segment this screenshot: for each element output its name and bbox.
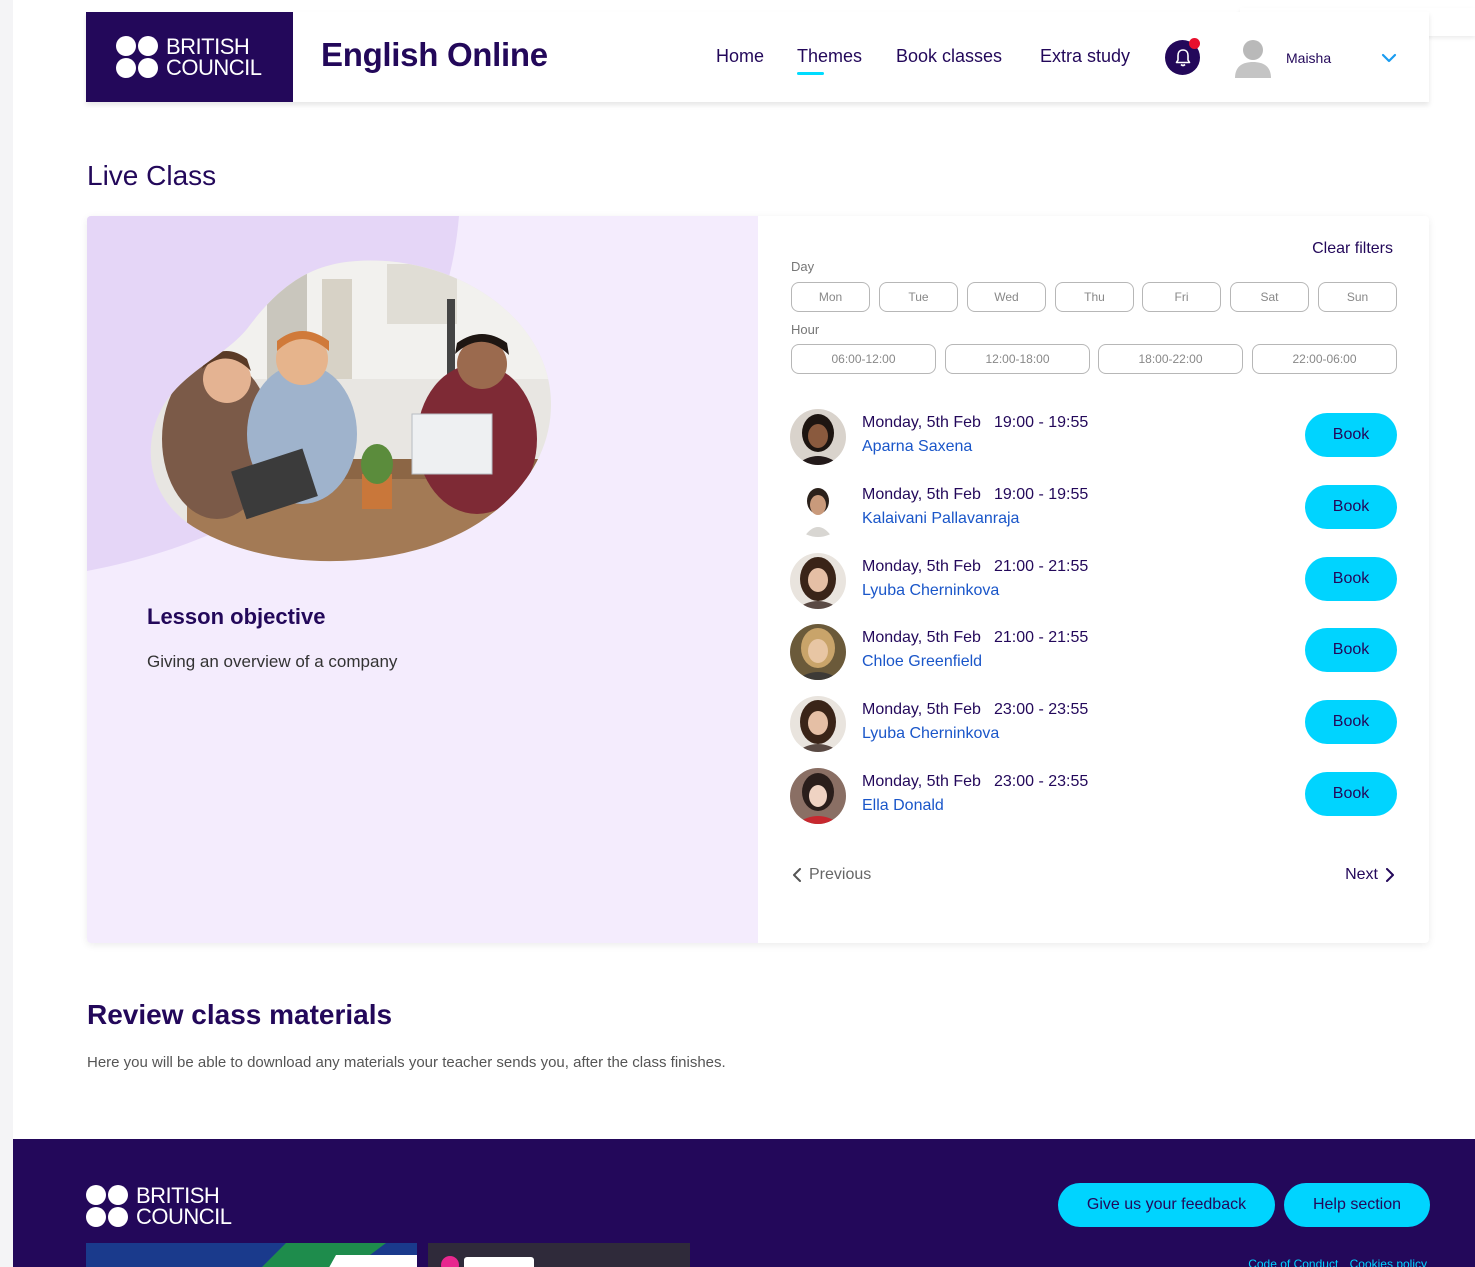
nav-home[interactable]: Home bbox=[716, 46, 764, 67]
slot-time: 19:00 - 19:55 bbox=[994, 414, 1089, 431]
book-button[interactable]: Book bbox=[1305, 700, 1397, 744]
user-avatar-icon[interactable] bbox=[1233, 36, 1273, 78]
lesson-objective-title: Lesson objective bbox=[147, 604, 326, 629]
class-slot: Monday, 5th Feb 21:00 - 21:55 Chloe Gree… bbox=[790, 624, 1397, 684]
previous-page-button[interactable]: Previous bbox=[791, 866, 871, 884]
day-chip-fri[interactable]: Fri bbox=[1142, 282, 1221, 312]
lesson-panel: Lesson objective Giving an overview of a… bbox=[87, 216, 758, 943]
feedback-button[interactable]: Give us your feedback bbox=[1058, 1183, 1275, 1227]
slot-teacher-name[interactable]: Lyuba Cherninkova bbox=[862, 582, 999, 600]
nav-themes[interactable]: Themes bbox=[797, 46, 862, 75]
teacher-avatar bbox=[790, 481, 846, 537]
nav-extra-study[interactable]: Extra study bbox=[1040, 46, 1130, 67]
classroom-photo bbox=[150, 260, 552, 562]
class-slot: Monday, 5th Feb 19:00 - 19:55 Aparna Sax… bbox=[790, 409, 1397, 469]
slot-time: 21:00 - 21:55 bbox=[994, 629, 1089, 646]
footer: BRITISH COUNCIL Give us your feedback He… bbox=[13, 1139, 1475, 1267]
slot-teacher-name[interactable]: Kalaivani Pallavanraja bbox=[862, 510, 1019, 528]
book-button[interactable]: Book bbox=[1305, 485, 1397, 529]
teacher-avatar bbox=[790, 553, 846, 609]
book-button[interactable]: Book bbox=[1305, 557, 1397, 601]
chevron-down-icon[interactable] bbox=[1379, 48, 1399, 68]
app-title: English Online bbox=[321, 36, 548, 73]
booking-panel: Clear filters Day Mon Tue Wed Thu Fri Sa… bbox=[758, 216, 1429, 943]
previous-label: Previous bbox=[809, 866, 872, 883]
live-class-title: Live Class bbox=[87, 160, 217, 191]
bett-award-badge bbox=[428, 1243, 690, 1267]
logo-dots-icon bbox=[116, 36, 158, 78]
live-class-card: Lesson objective Giving an overview of a… bbox=[87, 216, 1429, 943]
chevron-right-icon bbox=[1386, 868, 1394, 882]
slot-date: Monday, 5th Feb bbox=[862, 414, 981, 431]
day-chip-tue[interactable]: Tue bbox=[879, 282, 958, 312]
day-chip-sat[interactable]: Sat bbox=[1230, 282, 1309, 312]
slot-teacher-name[interactable]: Lyuba Cherninkova bbox=[862, 725, 999, 743]
nav-book-classes[interactable]: Book classes bbox=[896, 46, 1002, 67]
footer-logo-text: BRITISH COUNCIL bbox=[136, 1183, 232, 1229]
book-button[interactable]: Book bbox=[1305, 413, 1397, 457]
teacher-avatar bbox=[790, 768, 846, 824]
day-filter-label: Day bbox=[791, 259, 815, 274]
teacher-avatar bbox=[790, 696, 846, 752]
next-page-button[interactable]: Next bbox=[1345, 866, 1396, 884]
book-button[interactable]: Book bbox=[1305, 628, 1397, 672]
slot-time: 19:00 - 19:55 bbox=[994, 486, 1089, 503]
cookies-policy-link[interactable]: Cookies policy bbox=[1350, 1257, 1427, 1267]
class-slot: Monday, 5th Feb 19:00 - 19:55 Kalaivani … bbox=[790, 481, 1397, 541]
chevron-left-icon bbox=[793, 868, 801, 882]
slot-teacher-name[interactable]: Ella Donald bbox=[862, 797, 944, 815]
book-button[interactable]: Book bbox=[1305, 772, 1397, 816]
class-slot: Monday, 5th Feb 23:00 - 23:55 Ella Donal… bbox=[790, 768, 1397, 828]
clear-filters-link[interactable]: Clear filters bbox=[1312, 240, 1393, 258]
lesson-objective-text: Giving an overview of a company bbox=[147, 652, 398, 671]
teacher-avatar bbox=[790, 409, 846, 465]
review-materials-text: Here you will be able to download any ma… bbox=[87, 1054, 726, 1071]
slot-date: Monday, 5th Feb bbox=[862, 486, 981, 503]
hour-chip-evening[interactable]: 18:00-22:00 bbox=[1098, 344, 1243, 374]
day-chip-thu[interactable]: Thu bbox=[1055, 282, 1134, 312]
code-of-conduct-link[interactable]: Code of Conduct bbox=[1248, 1257, 1338, 1267]
logo-text: BRITISH COUNCIL bbox=[166, 34, 262, 80]
top-header: BRITISH COUNCIL English Online Home Them… bbox=[86, 12, 1429, 102]
hour-chip-morning[interactable]: 06:00-12:00 bbox=[791, 344, 936, 374]
slot-date: Monday, 5th Feb bbox=[862, 701, 981, 718]
footer-logo-dots-icon bbox=[86, 1185, 128, 1227]
slot-teacher-name[interactable]: Aparna Saxena bbox=[862, 438, 972, 456]
slot-date: Monday, 5th Feb bbox=[862, 629, 981, 646]
day-chip-mon[interactable]: Mon bbox=[791, 282, 870, 312]
british-council-logo[interactable]: BRITISH COUNCIL bbox=[86, 12, 293, 102]
next-label: Next bbox=[1345, 866, 1378, 883]
slot-teacher-name[interactable]: Chloe Greenfield bbox=[862, 653, 982, 671]
hour-filter-label: Hour bbox=[791, 322, 820, 337]
class-slot: Monday, 5th Feb 21:00 - 21:55 Lyuba Cher… bbox=[790, 553, 1397, 613]
slot-time: 23:00 - 23:55 bbox=[994, 701, 1089, 718]
day-chip-wed[interactable]: Wed bbox=[967, 282, 1046, 312]
slot-date: Monday, 5th Feb bbox=[862, 558, 981, 575]
help-section-button[interactable]: Help section bbox=[1284, 1183, 1430, 1227]
mission-award-badge bbox=[86, 1243, 417, 1267]
footer-links: Code of Conduct Cookies policy bbox=[1240, 1257, 1427, 1267]
day-chip-sun[interactable]: Sun bbox=[1318, 282, 1397, 312]
slot-time: 23:00 - 23:55 bbox=[994, 773, 1089, 790]
review-materials-title: Review class materials bbox=[87, 999, 393, 1030]
hour-chip-night[interactable]: 22:00-06:00 bbox=[1252, 344, 1397, 374]
slot-date: Monday, 5th Feb bbox=[862, 773, 981, 790]
notification-badge bbox=[1189, 38, 1200, 49]
hour-chip-afternoon[interactable]: 12:00-18:00 bbox=[945, 344, 1090, 374]
slot-time: 21:00 - 21:55 bbox=[994, 558, 1089, 575]
user-name[interactable]: Maisha bbox=[1286, 50, 1331, 66]
teacher-avatar bbox=[790, 624, 846, 680]
class-slot: Monday, 5th Feb 23:00 - 23:55 Lyuba Cher… bbox=[790, 696, 1397, 756]
page-edge bbox=[0, 0, 13, 1267]
